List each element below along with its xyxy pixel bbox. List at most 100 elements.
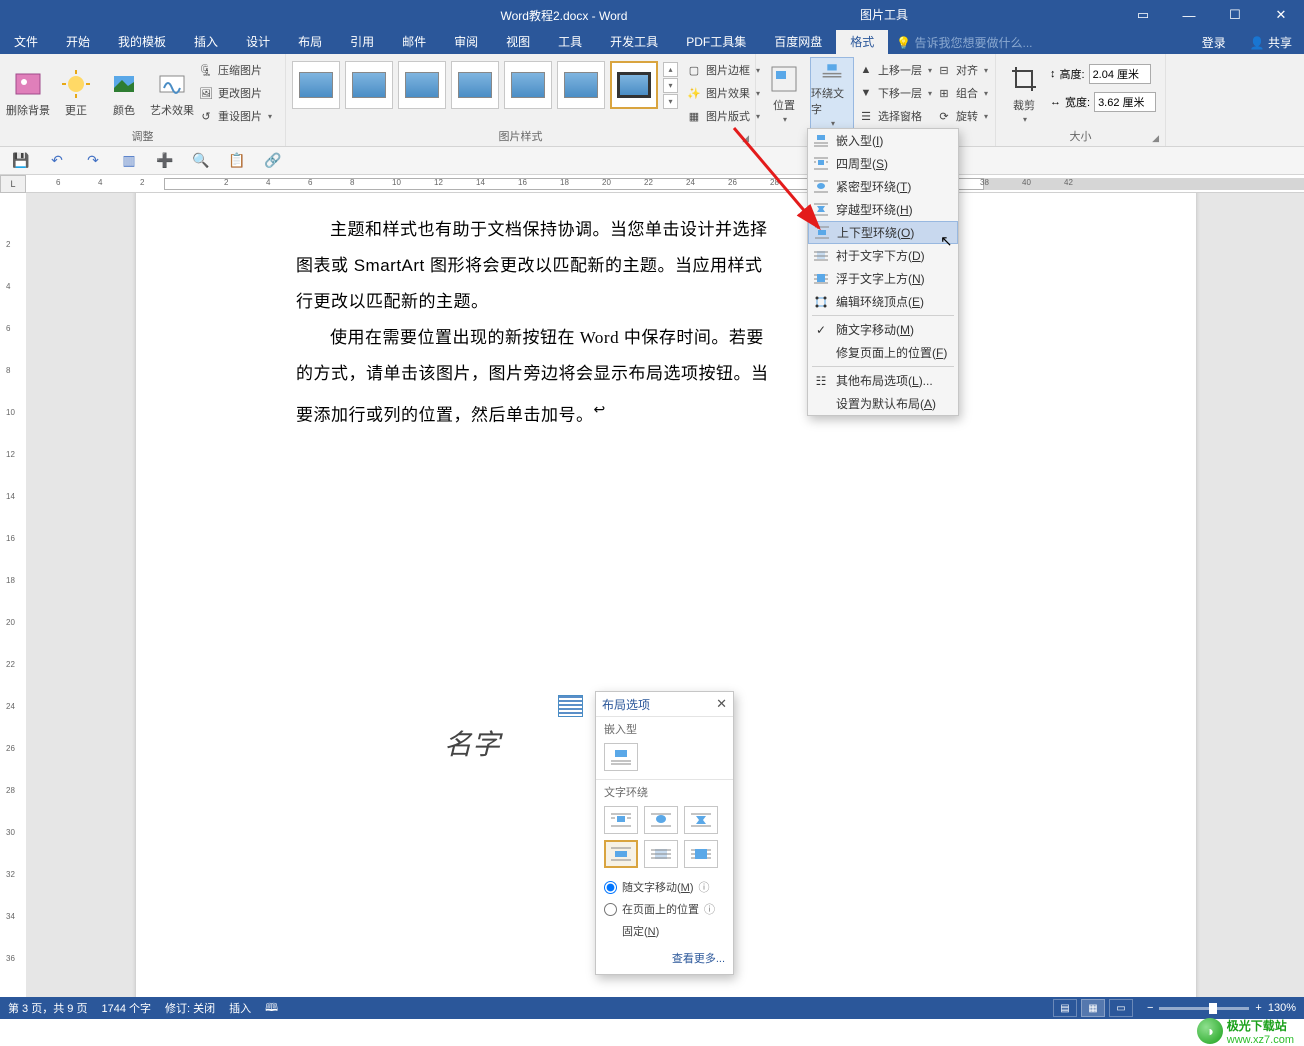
zoom-out-icon[interactable]: −: [1147, 1002, 1153, 1014]
radio-move-with-text[interactable]: 随文字移动(M) ⓘ: [596, 876, 733, 898]
menu-more-layout[interactable]: ☷其他布局选项(L)...: [808, 369, 958, 392]
corrections-button[interactable]: 更正: [54, 57, 98, 129]
bring-forward-button[interactable]: ▲上移一层▾: [858, 59, 932, 81]
wrap-option-behind[interactable]: [644, 840, 678, 868]
send-backward-button[interactable]: ▼下移一层▾: [858, 82, 932, 104]
tab-design[interactable]: 设计: [232, 30, 284, 54]
qat-btn[interactable]: ➕: [154, 150, 176, 172]
zoom-level[interactable]: 130%: [1268, 1002, 1296, 1014]
tell-me-search[interactable]: 💡 告诉我您想要做什么...: [888, 34, 1189, 51]
menu-tight[interactable]: 紧密型环绕(T): [808, 175, 958, 198]
picture-layout-button[interactable]: ▦图片版式▾: [686, 105, 760, 127]
maximize-icon[interactable]: ☐: [1212, 0, 1258, 30]
menu-edit-points[interactable]: 编辑环绕顶点(E): [808, 290, 958, 313]
close-icon[interactable]: ✕: [716, 696, 727, 712]
reset-picture-button[interactable]: ↺重设图片▾: [198, 105, 272, 127]
width-input[interactable]: [1094, 92, 1156, 112]
close-icon[interactable]: ✕: [1258, 0, 1304, 30]
remove-background-button[interactable]: 删除背景: [6, 57, 50, 129]
tab-references[interactable]: 引用: [336, 30, 388, 54]
menu-behind[interactable]: 衬于文字下方(D): [808, 244, 958, 267]
wrap-text-button[interactable]: 环绕文字▾: [810, 57, 854, 129]
radio-fix-position[interactable]: 在页面上的位置 ⓘ: [596, 898, 733, 920]
menu-topbottom[interactable]: 上下型环绕(O): [808, 221, 958, 244]
crop-button[interactable]: 裁剪▾: [1002, 57, 1046, 129]
undo-icon[interactable]: ↶: [46, 150, 68, 172]
info-icon[interactable]: ⓘ: [699, 879, 710, 895]
picture-tools-tab[interactable]: 图片工具: [848, 0, 920, 30]
selection-pane-button[interactable]: ☰选择窗格: [858, 105, 932, 127]
compress-pictures-button[interactable]: 🗜压缩图片: [198, 59, 272, 81]
login-link[interactable]: 登录: [1190, 34, 1238, 51]
tab-view[interactable]: 视图: [492, 30, 544, 54]
style-thumb-selected[interactable]: [610, 61, 658, 109]
tab-review[interactable]: 审阅: [440, 30, 492, 54]
wrap-option-tight[interactable]: [644, 806, 678, 834]
picture-styles-gallery[interactable]: ▴ ▾ ▾: [292, 57, 678, 109]
save-icon[interactable]: 💾: [10, 150, 32, 172]
qat-btn[interactable]: 🔍: [190, 150, 212, 172]
word-count[interactable]: 1744 个字: [101, 1000, 151, 1016]
redo-icon[interactable]: ↷: [82, 150, 104, 172]
qat-btn[interactable]: 📋: [226, 150, 248, 172]
tab-baidu[interactable]: 百度网盘: [760, 30, 836, 54]
radio-move-input[interactable]: [604, 881, 617, 894]
color-button[interactable]: 颜色: [102, 57, 146, 129]
height-input[interactable]: [1089, 64, 1151, 84]
see-more-link[interactable]: 查看更多...: [672, 953, 725, 965]
styles-launcher-icon[interactable]: ◢: [742, 131, 749, 145]
ruler-vertical[interactable]: 2468101214161820222426283032343638: [0, 193, 26, 1019]
zoom-in-icon[interactable]: +: [1255, 1002, 1261, 1014]
style-thumb[interactable]: [557, 61, 605, 109]
artistic-effects-button[interactable]: 艺术效果: [150, 57, 194, 129]
view-read-icon[interactable]: ▤: [1053, 999, 1077, 1017]
menu-set-default[interactable]: 设置为默认布局(A): [808, 392, 958, 415]
gallery-up-icon[interactable]: ▴: [663, 62, 678, 77]
view-print-icon[interactable]: ▦: [1081, 999, 1105, 1017]
tab-pdf[interactable]: PDF工具集: [672, 30, 760, 54]
minimize-icon[interactable]: —: [1166, 0, 1212, 30]
tab-developer[interactable]: 开发工具: [596, 30, 672, 54]
zoom-control[interactable]: − + 130%: [1147, 1002, 1296, 1014]
tab-file[interactable]: 文件: [0, 30, 52, 54]
menu-through[interactable]: 穿越型环绕(H): [808, 198, 958, 221]
menu-inline[interactable]: 嵌入型(I): [808, 129, 958, 152]
tab-insert[interactable]: 插入: [180, 30, 232, 54]
style-thumb[interactable]: [504, 61, 552, 109]
style-thumb[interactable]: [292, 61, 340, 109]
qat-btn[interactable]: ▥: [118, 150, 140, 172]
rotate-button[interactable]: ⟳旋转▾: [936, 105, 988, 127]
page-count[interactable]: 第 3 页，共 9 页: [8, 1000, 87, 1016]
ruler-horizontal[interactable]: 6422468101214161820222426283032343638404…: [26, 175, 1304, 193]
ribbon-display-options-icon[interactable]: ▭: [1120, 0, 1166, 30]
share-button[interactable]: 👤 共享: [1238, 34, 1304, 51]
wrap-option-inline[interactable]: [604, 743, 638, 771]
size-launcher-icon[interactable]: ◢: [1152, 131, 1159, 145]
wrap-option-front[interactable]: [684, 840, 718, 868]
wrap-option-topbottom[interactable]: [604, 840, 638, 868]
menu-move-with-text[interactable]: ✓随文字移动(M): [808, 318, 958, 341]
tab-format[interactable]: 格式: [836, 30, 888, 54]
radio-fix-input[interactable]: [604, 903, 617, 916]
insert-mode[interactable]: 插入: [229, 1000, 251, 1016]
align-button[interactable]: ⊟对齐▾: [936, 59, 988, 81]
tab-home[interactable]: 开始: [52, 30, 104, 54]
picture-effects-button[interactable]: ✨图片效果▾: [686, 82, 760, 104]
menu-fix-position[interactable]: 修复页面上的位置(F): [808, 341, 958, 364]
view-web-icon[interactable]: ▭: [1109, 999, 1133, 1017]
style-thumb[interactable]: [451, 61, 499, 109]
menu-square[interactable]: 四周型(S): [808, 152, 958, 175]
change-picture-button[interactable]: 🖼更改图片: [198, 82, 272, 104]
style-thumb[interactable]: [345, 61, 393, 109]
document-canvas[interactable]: 主题和样式也有助于文档保持协调。当您单击设计并选择 图表或 SmartArt 图…: [26, 193, 1304, 1019]
group-button[interactable]: ⊞组合▾: [936, 82, 988, 104]
info-icon[interactable]: ⓘ: [704, 901, 715, 917]
wrap-option-square[interactable]: [604, 806, 638, 834]
revision-status[interactable]: 修订: 关闭: [165, 1000, 215, 1016]
wrap-option-through[interactable]: [684, 806, 718, 834]
gallery-down-icon[interactable]: ▾: [663, 78, 678, 93]
tab-tools[interactable]: 工具: [544, 30, 596, 54]
selected-image[interactable]: [558, 695, 583, 717]
tab-mailings[interactable]: 邮件: [388, 30, 440, 54]
gallery-more-icon[interactable]: ▾: [663, 94, 678, 109]
